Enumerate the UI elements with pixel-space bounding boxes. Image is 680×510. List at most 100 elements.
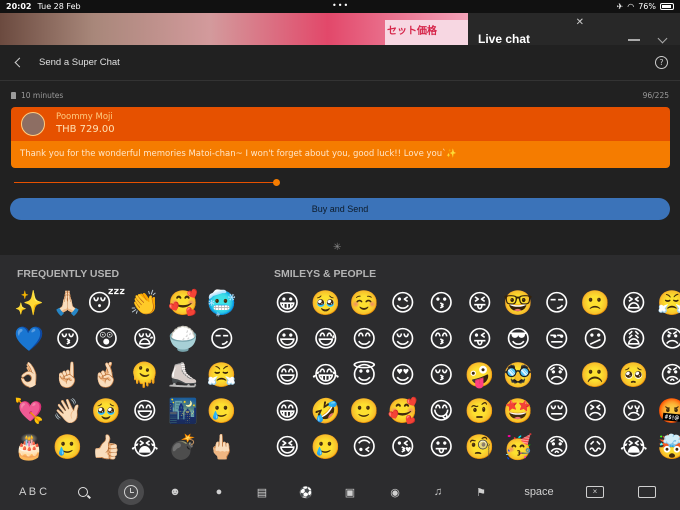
emoji-key[interactable]: 💣 xyxy=(164,429,203,465)
keyboard-dismiss-key[interactable] xyxy=(636,479,658,505)
emoji-key[interactable]: 😇 xyxy=(345,357,384,393)
emoji-key[interactable]: 😞 xyxy=(538,357,577,393)
emoji-key[interactable]: 😚 xyxy=(49,321,88,357)
help-icon[interactable]: ? xyxy=(655,56,668,69)
emoji-key[interactable]: 💙 xyxy=(10,321,49,357)
emoji-key[interactable]: 😭 xyxy=(126,429,165,465)
emoji-key[interactable]: ☺️ xyxy=(345,285,384,321)
emoji-key[interactable]: 🥸 xyxy=(499,357,538,393)
emoji-key[interactable]: 🥰 xyxy=(164,285,203,321)
emoji-key[interactable]: 💘 xyxy=(10,393,49,429)
emoji-key[interactable]: 😤 xyxy=(203,357,242,393)
object-category-key[interactable]: ◉ xyxy=(386,479,404,505)
emoji-key[interactable]: 😘 xyxy=(384,429,423,465)
multitask-dots-icon[interactable]: ••• xyxy=(332,1,349,10)
emoji-key[interactable]: 🤞🏻 xyxy=(87,357,126,393)
emoji-key[interactable]: 🥹 xyxy=(87,393,126,429)
emoji-key[interactable]: 😏 xyxy=(203,321,242,357)
emoji-key[interactable]: 😴 xyxy=(87,285,126,321)
back-icon[interactable] xyxy=(14,57,25,68)
emoji-key[interactable]: 😟 xyxy=(538,429,577,465)
emoji-key[interactable]: 🥲 xyxy=(203,393,242,429)
emoji-key[interactable]: 🤓 xyxy=(499,285,538,321)
emoji-key[interactable]: 😝 xyxy=(461,285,500,321)
emoji-key[interactable]: 🥲 xyxy=(49,429,88,465)
emoji-key[interactable]: ✨ xyxy=(10,285,49,321)
emoji-key[interactable]: 😊 xyxy=(345,321,384,357)
emoji-key[interactable]: 🤬 xyxy=(653,393,680,429)
emoji-key[interactable]: 🥹 xyxy=(307,285,346,321)
emoji-key[interactable]: 😉 xyxy=(384,285,423,321)
travel-category-key[interactable]: ▣ xyxy=(341,479,359,505)
slider-knob[interactable] xyxy=(273,179,280,186)
super-chat-message[interactable]: Thank you for the wonderful memories Mat… xyxy=(11,141,670,168)
emoji-key[interactable]: 🥲 xyxy=(307,429,346,465)
emoji-key[interactable]: ☝🏻 xyxy=(49,357,88,393)
emoji-key[interactable]: 🫠 xyxy=(126,357,165,393)
emoji-key[interactable]: 😙 xyxy=(422,321,461,357)
emoji-key[interactable]: 😅 xyxy=(307,321,346,357)
emoji-key[interactable]: 😗 xyxy=(422,285,461,321)
emoji-key[interactable]: 🤯 xyxy=(653,429,680,465)
menu-icon[interactable] xyxy=(628,39,640,41)
flag-category-key[interactable]: ⚑ xyxy=(472,479,490,505)
buy-and-send-button[interactable]: Buy and Send xyxy=(10,198,670,220)
emoji-key[interactable]: 😕 xyxy=(576,321,615,357)
emoji-key[interactable]: 👌🏻 xyxy=(10,357,49,393)
emoji-key[interactable]: 😠 xyxy=(653,321,680,357)
emoji-key[interactable]: 😜 xyxy=(461,321,500,357)
symbol-category-key[interactable]: ♫ xyxy=(429,479,447,505)
emoji-key[interactable]: 😚 xyxy=(422,357,461,393)
emoji-key[interactable]: 😤 xyxy=(653,285,680,321)
video-player[interactable]: セット価格 xyxy=(0,13,468,45)
emoji-key[interactable]: 🥳 xyxy=(499,429,538,465)
chevron-down-icon[interactable] xyxy=(657,33,668,44)
emoji-key[interactable]: 😢 xyxy=(615,393,654,429)
emoji-key[interactable]: 😌 xyxy=(384,321,423,357)
emoji-key[interactable]: 😄 xyxy=(268,357,307,393)
emoji-key[interactable]: 🙃 xyxy=(345,429,384,465)
close-icon[interactable]: ✕ xyxy=(576,17,584,28)
emoji-key[interactable]: 😖 xyxy=(576,429,615,465)
emoji-key[interactable]: 😛 xyxy=(422,429,461,465)
emoji-key[interactable]: 🥺 xyxy=(615,357,654,393)
emoji-key[interactable]: 😄 xyxy=(126,393,165,429)
emoji-key[interactable]: 🖕🏻 xyxy=(203,429,242,465)
space-key[interactable]: space xyxy=(518,479,560,505)
emoji-key[interactable]: 😍 xyxy=(384,357,423,393)
emoji-key[interactable]: 😏 xyxy=(538,285,577,321)
emoji-key[interactable]: 🧐 xyxy=(461,429,500,465)
emoji-key[interactable]: 👏 xyxy=(126,285,165,321)
emoji-key[interactable]: 👋🏻 xyxy=(49,393,88,429)
delete-key[interactable]: × xyxy=(584,479,606,505)
emoji-key[interactable]: 🤩 xyxy=(499,393,538,429)
emoji-key[interactable]: 🙏🏻 xyxy=(49,285,88,321)
food-category-key[interactable]: ▤ xyxy=(253,479,271,505)
emoji-key[interactable]: 😔 xyxy=(538,393,577,429)
emoji-key[interactable]: 😡 xyxy=(653,357,680,393)
emoji-key[interactable]: 😋 xyxy=(422,393,461,429)
emoji-key[interactable]: 😣 xyxy=(576,393,615,429)
emoji-key[interactable]: 😂 xyxy=(307,357,346,393)
emoji-key[interactable]: 😭 xyxy=(615,429,654,465)
search-key[interactable] xyxy=(74,479,92,505)
activity-category-key[interactable]: ⚽ xyxy=(297,479,315,505)
emoji-key[interactable]: 🙁 xyxy=(576,285,615,321)
emoji-key[interactable]: 🍚 xyxy=(164,321,203,357)
emoji-key[interactable]: 😒 xyxy=(538,321,577,357)
emoji-key[interactable]: 🙂 xyxy=(345,393,384,429)
emoji-key[interactable]: 😀 xyxy=(268,285,307,321)
smiley-category-key[interactable]: ☻ xyxy=(166,479,184,505)
emoji-key[interactable]: ☹️ xyxy=(576,357,615,393)
animal-category-key[interactable]: ● xyxy=(210,479,228,505)
emoji-key[interactable]: 🥶 xyxy=(203,285,242,321)
emoji-key[interactable]: 🤪 xyxy=(461,357,500,393)
emoji-key[interactable]: 🌃 xyxy=(164,393,203,429)
recent-category-key[interactable] xyxy=(118,479,144,505)
emoji-key[interactable]: 🤨 xyxy=(461,393,500,429)
emoji-key[interactable]: 😆 xyxy=(268,429,307,465)
emoji-key[interactable]: 😪 xyxy=(126,321,165,357)
emoji-key[interactable]: 😲 xyxy=(87,321,126,357)
amount-slider[interactable] xyxy=(14,179,280,186)
emoji-key[interactable]: 😩 xyxy=(615,321,654,357)
